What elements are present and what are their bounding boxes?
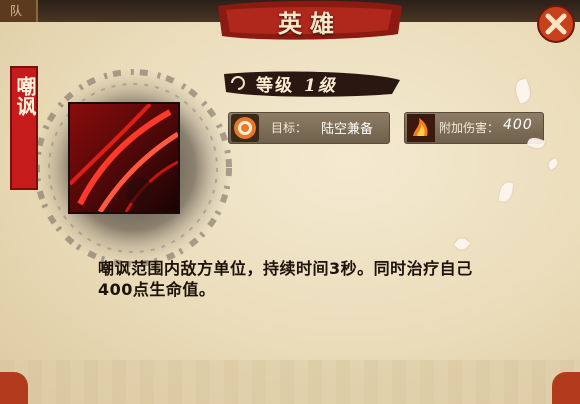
target-icon <box>231 114 259 142</box>
target-info: 目标： 陆空兼备 <box>228 112 390 144</box>
petal-decoration <box>546 158 560 170</box>
fire-damage-icon <box>407 114 435 142</box>
petal-decoration <box>453 235 471 253</box>
petal-decoration <box>512 78 534 104</box>
damage-info: 附加伤害： 400 <box>404 112 544 144</box>
page-title: 英雄 <box>278 9 342 38</box>
bottom-pattern <box>0 360 580 404</box>
team-tab-label: 队 <box>10 4 23 18</box>
close-button[interactable] <box>536 4 576 44</box>
corner-left <box>0 372 28 404</box>
skill-name-tag: 嘲讽 <box>4 66 44 190</box>
team-tab[interactable]: 队 <box>0 0 38 22</box>
level-value: 1级 <box>304 76 337 96</box>
level-banner: 等级 1级 <box>222 68 402 98</box>
damage-label: 附加伤害： <box>439 121 500 135</box>
skill-icon-art <box>70 104 178 212</box>
corner-right <box>552 372 580 404</box>
target-label: 目标： <box>271 121 308 135</box>
target-value: 陆空兼备 <box>321 122 374 137</box>
damage-value: 400 <box>503 117 533 133</box>
skill-level: 等级 1级 <box>256 71 337 96</box>
petal-decoration <box>498 181 514 203</box>
hero-skill-panel: 队 英雄 嘲讽 等级 1级 目标： 陆空兼备 附加伤害： 400 嘲讽范围内敌方… <box>0 0 580 404</box>
taunt-skill-icon[interactable] <box>68 102 180 214</box>
skill-description: 嘲讽范围内敌方单位，持续时间3秒。同时治疗自己400点生命值。 <box>98 259 473 299</box>
title-banner: 英雄 <box>212 0 408 44</box>
skill-name: 嘲讽 <box>13 76 37 116</box>
level-label: 等级 <box>256 76 294 96</box>
close-x-icon <box>537 5 575 43</box>
